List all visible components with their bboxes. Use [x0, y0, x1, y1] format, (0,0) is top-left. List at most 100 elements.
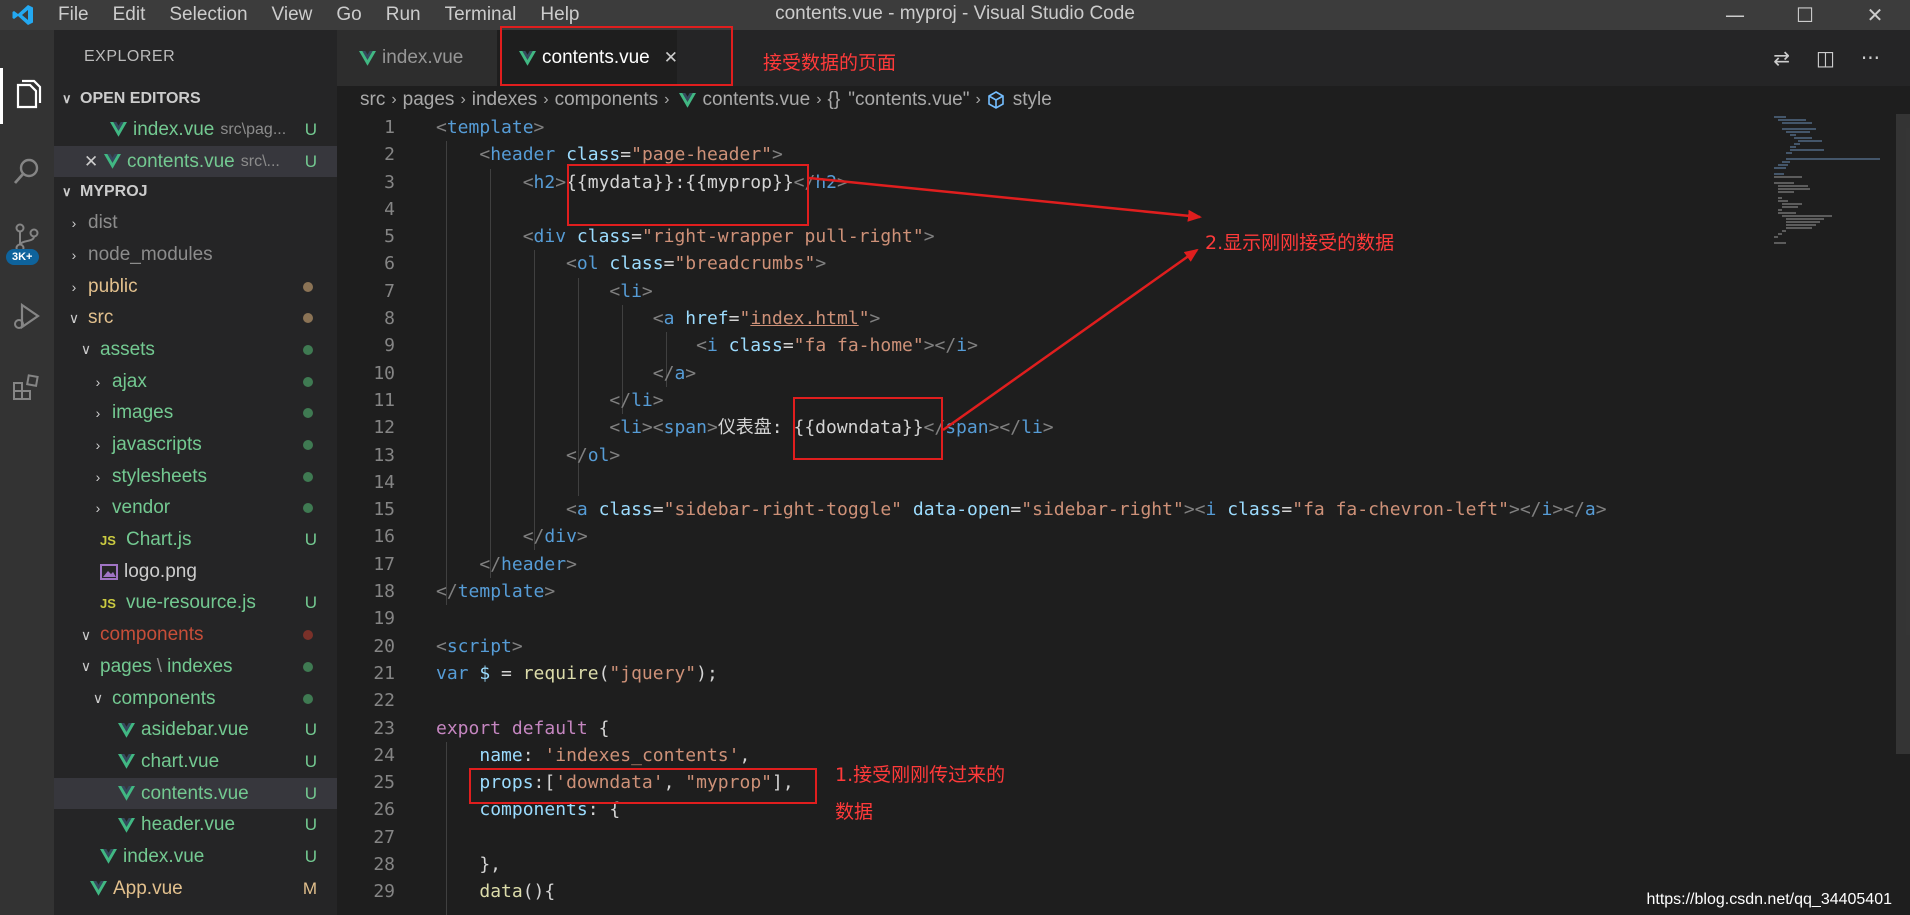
split-editor-icon[interactable]: ◫ — [1816, 46, 1835, 70]
vue-file-icon — [118, 754, 135, 770]
git-status-badge: U — [304, 530, 317, 550]
breadcrumb-item[interactable]: style — [1013, 89, 1052, 111]
untracked-dot — [303, 471, 313, 482]
close-editor-icon[interactable]: ✕ — [84, 152, 104, 172]
search-icon[interactable] — [0, 144, 54, 200]
breadcrumb-item[interactable]: pages — [403, 89, 455, 111]
maximize-icon[interactable]: ☐ — [1770, 0, 1840, 30]
close-window-icon[interactable]: ✕ — [1840, 0, 1910, 30]
compare-changes-icon[interactable]: ⇄ — [1773, 46, 1790, 70]
vertical-scrollbar[interactable] — [1896, 114, 1910, 754]
untracked-dot — [303, 408, 313, 419]
untracked-dot — [303, 661, 313, 672]
tree-folder-components-nested[interactable]: ∨ components — [54, 683, 337, 715]
tree-folder-assets[interactable]: ∨ assets — [54, 334, 337, 366]
tab-index-vue[interactable]: index.vue — [337, 30, 497, 86]
annotation-props-note-2: 数据 — [835, 801, 874, 823]
code-line: <a class="sidebar-right-toggle" data-ope… — [566, 499, 1607, 521]
chevron-right-icon: › — [95, 468, 101, 485]
tree-label: stylesheets — [112, 465, 208, 487]
open-editor-item-active[interactable]: ✕ contents.vue src\... U — [54, 145, 337, 178]
tree-file-logo-png[interactable]: logo.png — [54, 556, 337, 588]
chevron-down-icon: ∨ — [80, 341, 92, 358]
tree-file-index-vue[interactable]: index.vue U — [54, 841, 337, 873]
code-line: <li> — [609, 280, 653, 302]
tree-folder-pages-indexes[interactable]: ∨ pages \ indexes — [54, 651, 337, 683]
menu-view[interactable]: View — [260, 0, 325, 30]
menu-file[interactable]: File — [46, 0, 101, 30]
code-line: <script> — [436, 635, 523, 657]
vue-file-icon — [118, 786, 135, 801]
extensions-icon[interactable] — [0, 360, 54, 416]
tree-folder-javascripts[interactable]: › javascripts — [54, 429, 337, 461]
tree-file-app-vue[interactable]: App.vue M — [54, 873, 337, 905]
style-cube-icon — [987, 91, 1004, 109]
open-editors-label: OPEN EDITORS — [80, 90, 201, 107]
minimap[interactable] — [1772, 114, 1882, 264]
open-editor-path: src\pag... — [220, 120, 287, 138]
chevron-right-icon: › — [391, 91, 397, 108]
line-number: 7 — [384, 280, 395, 302]
watermark: https://blog.csdn.net/qq_34405401 — [1646, 891, 1892, 908]
breadcrumb-item[interactable]: indexes — [472, 89, 538, 111]
open-editor-item[interactable]: index.vue src\pag... U — [54, 114, 337, 146]
open-editors-header[interactable]: ∨ OPEN EDITORS — [54, 84, 337, 114]
breadcrumb-item[interactable]: components — [555, 89, 659, 111]
tree-folder-ajax[interactable]: › ajax — [54, 366, 337, 398]
vue-file-icon — [104, 154, 121, 169]
run-debug-icon[interactable] — [0, 288, 54, 344]
braces-icon: {} — [827, 89, 841, 110]
line-number: 20 — [373, 635, 395, 657]
code-line: </template> — [436, 581, 556, 603]
tree-folder-vendor[interactable]: › vendor — [54, 493, 337, 525]
tree-folder-public[interactable]: › public — [54, 271, 337, 303]
annotation-box-downdata — [793, 397, 943, 460]
breadcrumb-item[interactable]: src — [360, 89, 385, 111]
tree-label: vue-resource.js — [126, 592, 256, 614]
more-actions-icon[interactable]: ··· — [1861, 46, 1880, 70]
annotation-box-h2 — [567, 164, 809, 226]
vscode-logo-icon — [0, 0, 46, 30]
git-status-badge: U — [304, 751, 317, 771]
image-file-icon — [100, 563, 118, 580]
vue-file-icon — [90, 881, 107, 896]
editor-actions: ⇄ ◫ ··· — [1773, 30, 1880, 86]
line-number: 15 — [373, 499, 395, 521]
tree-folder-components[interactable]: ∨ components — [54, 619, 337, 651]
line-number: 9 — [384, 335, 395, 357]
chevron-right-icon: › — [460, 91, 466, 108]
breadcrumb-item[interactable]: contents.vue — [702, 89, 810, 111]
line-number: 6 — [384, 253, 395, 275]
breadcrumb: src › pages › indexes › components › con… — [337, 86, 1910, 114]
modified-dot — [303, 281, 313, 292]
tree-folder-images[interactable]: › images — [54, 398, 337, 430]
project-header[interactable]: ∨ MYPROJ — [54, 177, 337, 207]
tree-file-contents-vue[interactable]: contents.vue U — [54, 777, 337, 810]
vue-file-icon — [118, 817, 135, 833]
tree-folder-node-modules[interactable]: › node_modules — [54, 239, 337, 271]
menu-go[interactable]: Go — [324, 0, 373, 30]
tree-file-header-vue[interactable]: header.vue U — [54, 809, 337, 841]
breadcrumb-item[interactable]: "contents.vue" — [848, 89, 969, 111]
tree-file-vue-resource[interactable]: JS vue-resource.js U — [54, 588, 337, 620]
annotation-box-props — [469, 768, 817, 804]
chevron-right-icon: › — [543, 91, 549, 108]
tree-folder-stylesheets[interactable]: › stylesheets — [54, 461, 337, 493]
minimize-icon[interactable]: — — [1700, 0, 1770, 30]
menu-selection[interactable]: Selection — [157, 0, 259, 30]
menu-edit[interactable]: Edit — [101, 0, 158, 30]
js-file-icon: JS — [100, 532, 116, 548]
tree-file-chart-vue[interactable]: chart.vue U — [54, 746, 337, 778]
explorer-icon[interactable] — [0, 68, 54, 124]
chevron-right-icon: › — [664, 91, 670, 108]
tree-file-chart-js[interactable]: JS Chart.js U — [54, 524, 337, 556]
tree-folder-src[interactable]: ∨ src — [54, 302, 337, 334]
line-number-gutter: 1 2 3 4 5 6 7 8 9 10 11 12 13 14 15 16 1… — [337, 114, 397, 906]
annotation-box-tab — [500, 26, 733, 86]
tree-label: javascripts — [112, 434, 202, 456]
menu-run[interactable]: Run — [374, 0, 433, 30]
tree-file-asidebar[interactable]: asidebar.vue U — [54, 714, 337, 746]
tree-folder-dist[interactable]: › dist — [54, 207, 337, 239]
code-line: export default { — [436, 717, 610, 739]
tree-label: App.vue — [113, 877, 183, 899]
